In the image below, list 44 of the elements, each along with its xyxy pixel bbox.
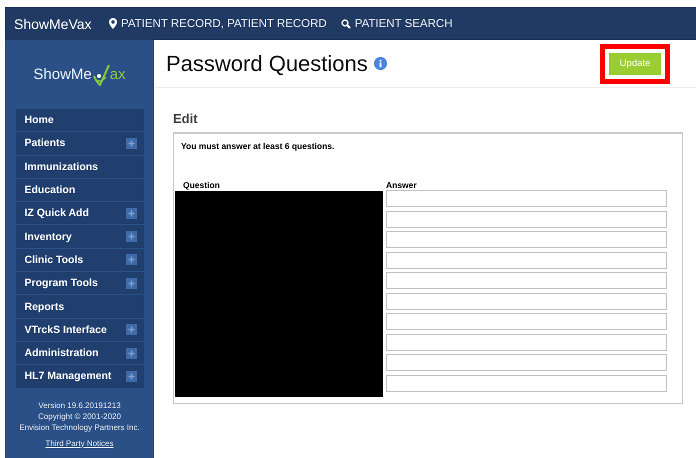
answer-field[interactable]	[386, 231, 667, 248]
expand-icon[interactable]	[126, 278, 136, 289]
brand-name[interactable]: ShowMeVax	[5, 16, 109, 32]
info-icon[interactable]	[374, 57, 387, 70]
menu-item[interactable]: IZ Quick Add	[16, 202, 144, 224]
answer-field[interactable]	[386, 313, 667, 330]
menu-item[interactable]: Education	[16, 178, 144, 202]
menu-item[interactable]: Patients	[16, 132, 144, 155]
expand-icon[interactable]	[126, 370, 136, 382]
answer-field[interactable]	[386, 252, 667, 268]
patient-search-link[interactable]: PATIENT SEARCH	[340, 18, 453, 30]
expand-icon[interactable]	[126, 348, 136, 359]
page-title: Password Questions	[166, 50, 368, 76]
menu-item[interactable]: Reports	[16, 295, 144, 318]
map-pin-icon	[109, 18, 117, 29]
answer-field[interactable]	[386, 292, 667, 310]
column-header: Answer	[386, 180, 417, 190]
expand-icon[interactable]	[126, 254, 136, 266]
third-party-notices-link[interactable]: Third Party Notices	[45, 438, 114, 448]
menu-item[interactable]: VTrckS Interface	[16, 318, 144, 341]
section-heading: Edit	[173, 111, 199, 126]
answer-field[interactable]	[386, 272, 667, 289]
menu-item[interactable]: HL7 Management	[16, 365, 144, 388]
menu-item[interactable]: Program Tools	[16, 272, 144, 294]
answer-field[interactable]	[386, 374, 667, 392]
menu-item[interactable]: Inventory	[16, 225, 144, 248]
answer-field[interactable]	[386, 354, 667, 371]
version-info: Version 19.6.20191213 Copyright © 2001-2020 Envision Technology Partners Inc.	[19, 400, 140, 433]
logo: ShowMe ax	[33, 64, 126, 86]
expand-icon[interactable]	[126, 324, 136, 336]
expand-icon[interactable]	[126, 208, 136, 219]
answer-field[interactable]	[386, 190, 667, 207]
instruction-text: You must answer at least 6 questions.	[180, 141, 336, 151]
location-link[interactable]: PATIENT RECORD, PATIENT RECORD	[109, 18, 327, 30]
expand-icon[interactable]	[126, 231, 136, 242]
menu-item[interactable]: Clinic Tools	[16, 248, 144, 272]
answer-field[interactable]	[386, 210, 667, 228]
search-icon	[340, 18, 351, 28]
menu-item[interactable]: Administration	[16, 342, 144, 364]
expand-icon[interactable]	[126, 138, 136, 149]
answer-field[interactable]	[386, 334, 667, 350]
menu-item[interactable]: Home	[16, 109, 144, 132]
menu-item[interactable]: Immunizations	[16, 156, 144, 178]
column-header: Question	[183, 180, 220, 190]
